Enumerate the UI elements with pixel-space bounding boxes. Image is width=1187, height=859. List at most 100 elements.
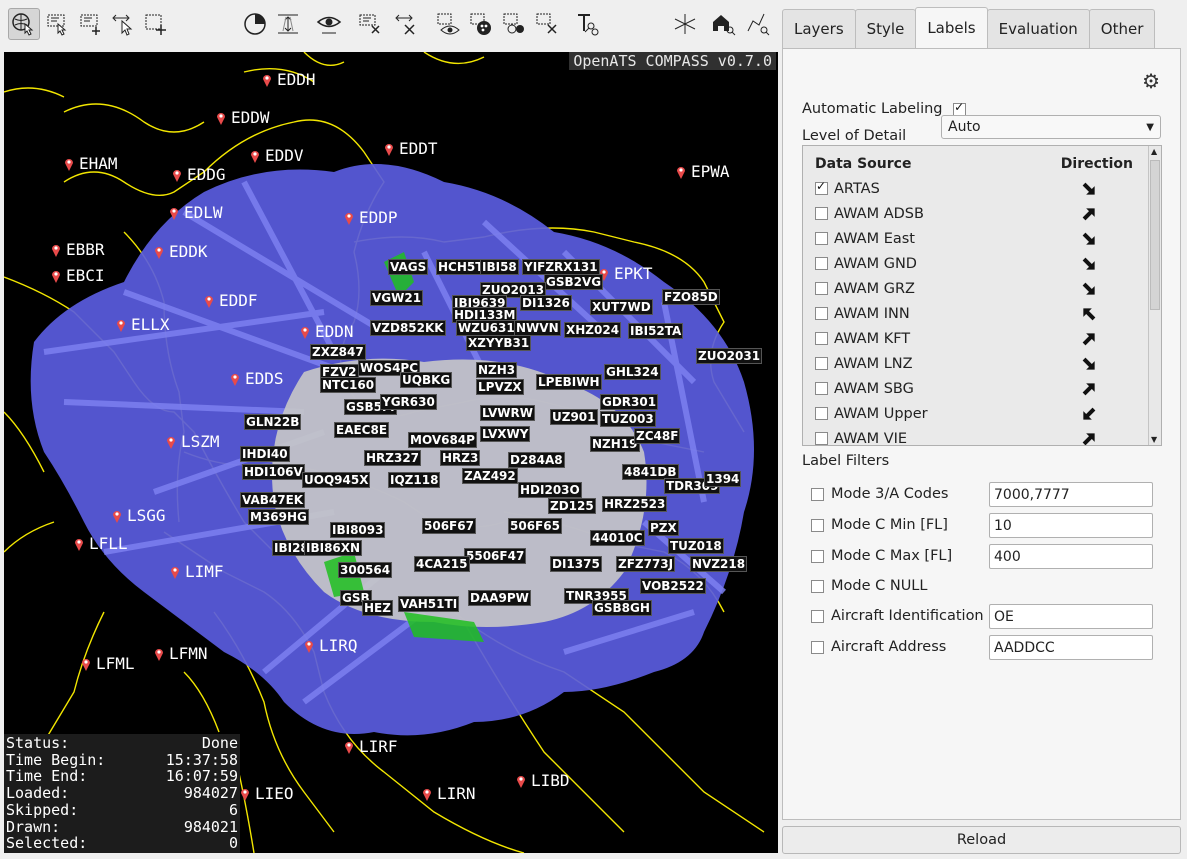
- aircraft-label[interactable]: UQBKG: [400, 372, 453, 388]
- aircraft-label[interactable]: ZXZ847: [310, 344, 366, 360]
- aircraft-label[interactable]: HDI106V: [242, 464, 305, 480]
- data-source-row[interactable]: AWAM LNZ: [803, 351, 1161, 376]
- filter-checkbox[interactable]: [811, 487, 824, 501]
- aircraft-label[interactable]: XHZ024: [564, 322, 622, 338]
- tab-layers[interactable]: Layers: [782, 9, 856, 48]
- aircraft-label[interactable]: GHL324: [604, 364, 661, 380]
- clear-filters-icon[interactable]: [354, 8, 386, 40]
- aircraft-label[interactable]: PZX: [648, 520, 679, 536]
- data-source-checkbox[interactable]: [815, 432, 828, 445]
- aircraft-label[interactable]: HDI203O: [518, 482, 582, 498]
- airport-marker[interactable]: EDDS: [230, 369, 284, 388]
- aircraft-label[interactable]: VOB2522: [640, 578, 706, 594]
- airport-marker[interactable]: LFMN: [154, 644, 208, 663]
- data-source-checkbox[interactable]: [815, 332, 828, 345]
- aircraft-label[interactable]: IBI86XN: [304, 540, 363, 556]
- airport-marker[interactable]: EBBR: [51, 240, 105, 259]
- select-data-icon[interactable]: [42, 8, 74, 40]
- label-tool-icon[interactable]: [572, 8, 604, 40]
- data-source-checkbox[interactable]: [815, 179, 828, 195]
- aircraft-label[interactable]: IBI58: [480, 259, 519, 275]
- reload-button[interactable]: Reload: [782, 826, 1181, 854]
- data-source-checkbox[interactable]: [815, 382, 828, 395]
- airport-marker[interactable]: EDDV: [250, 146, 304, 165]
- aircraft-label[interactable]: DI1326: [520, 295, 572, 311]
- data-source-row[interactable]: AWAM GND: [803, 251, 1161, 276]
- list-scrollbar[interactable]: ▲ ▼: [1148, 146, 1161, 445]
- aircraft-label[interactable]: VGW21: [370, 290, 424, 306]
- filter-checkbox[interactable]: [811, 579, 824, 593]
- aircraft-label[interactable]: GDR301: [600, 394, 659, 410]
- aircraft-label[interactable]: UOQ945X: [302, 472, 371, 488]
- filter-input[interactable]: 400: [989, 544, 1153, 569]
- aircraft-label[interactable]: IHDI40: [240, 446, 290, 462]
- aircraft-label[interactable]: 5506F47: [464, 548, 527, 564]
- navigate-icon[interactable]: [8, 8, 40, 40]
- aircraft-label[interactable]: IQZ118: [388, 472, 441, 488]
- airport-marker[interactable]: EBCI: [51, 266, 105, 285]
- add-geometry-icon[interactable]: [140, 8, 172, 40]
- tab-style[interactable]: Style: [854, 9, 917, 48]
- airport-marker[interactable]: LIMF: [170, 562, 224, 581]
- aircraft-label[interactable]: VZD852KK: [370, 320, 446, 336]
- airport-marker[interactable]: EDDK: [154, 242, 208, 261]
- clear-selection-icon[interactable]: [391, 8, 423, 40]
- aircraft-label[interactable]: WZU631: [456, 320, 517, 336]
- airport-marker[interactable]: LFML: [81, 654, 135, 673]
- level-of-detail-select[interactable]: Auto ▼: [941, 115, 1161, 139]
- airport-marker[interactable]: EHAM: [64, 154, 118, 173]
- scroll-up-icon[interactable]: ▲: [1151, 147, 1157, 156]
- aircraft-label[interactable]: NZH19: [590, 436, 640, 452]
- data-source-row[interactable]: AWAM East: [803, 226, 1161, 251]
- add-selection-icon[interactable]: [75, 8, 107, 40]
- home-zoom-icon[interactable]: [707, 8, 739, 40]
- aircraft-label[interactable]: HRZ2523: [602, 496, 668, 512]
- tab-other[interactable]: Other: [1088, 9, 1156, 48]
- aircraft-label[interactable]: UZ901: [550, 409, 598, 425]
- data-source-row[interactable]: AWAM INN: [803, 301, 1161, 326]
- airport-marker[interactable]: EDLW: [169, 203, 223, 222]
- airport-marker[interactable]: ELLX: [116, 315, 170, 334]
- data-source-row[interactable]: AWAM ADSB: [803, 201, 1161, 226]
- aircraft-label[interactable]: NVZ218: [690, 556, 748, 572]
- filter-checkbox[interactable]: [811, 549, 824, 563]
- data-source-checkbox[interactable]: [815, 407, 828, 420]
- aircraft-label[interactable]: VAH51TI: [398, 596, 460, 612]
- aircraft-label[interactable]: GSB8GH: [592, 600, 652, 616]
- filter-input[interactable]: 7000,7777: [989, 482, 1153, 507]
- filter-checkbox[interactable]: [811, 609, 824, 623]
- aircraft-label[interactable]: XUT7WD: [590, 299, 653, 315]
- automatic-labeling-checkbox[interactable]: [953, 100, 967, 116]
- aircraft-label[interactable]: HRZ3: [440, 450, 481, 466]
- aircraft-label[interactable]: LVXWY: [480, 426, 531, 442]
- data-source-checkbox[interactable]: [815, 357, 828, 370]
- data-source-checkbox[interactable]: [815, 307, 828, 320]
- aircraft-label[interactable]: 300564: [338, 562, 393, 578]
- view-icon[interactable]: [313, 8, 345, 40]
- airport-marker[interactable]: EDDH: [262, 70, 316, 89]
- aircraft-label[interactable]: M369HG: [248, 509, 309, 525]
- filter-input[interactable]: AADDCC: [989, 635, 1153, 660]
- zoom-to-selection-icon[interactable]: [742, 8, 774, 40]
- aircraft-label[interactable]: LPEBIWH: [536, 374, 602, 390]
- aircraft-label[interactable]: ZC48F: [634, 428, 681, 444]
- aircraft-label[interactable]: YGR630: [380, 394, 437, 410]
- aircraft-label[interactable]: 506F67: [422, 518, 476, 534]
- aircraft-label[interactable]: LVWRW: [480, 405, 535, 421]
- airport-marker[interactable]: LSGG: [112, 506, 166, 525]
- filter-input[interactable]: 10: [989, 513, 1153, 538]
- color-palette-icon[interactable]: [465, 8, 497, 40]
- airport-marker[interactable]: LFLL: [74, 534, 128, 553]
- aircraft-label[interactable]: GSB2VG: [544, 274, 604, 290]
- aircraft-label[interactable]: TUZ003: [600, 411, 656, 427]
- aircraft-label[interactable]: NZH3: [476, 362, 518, 378]
- data-source-row[interactable]: AWAM Upper: [803, 401, 1161, 426]
- aircraft-label[interactable]: MOV684P: [408, 432, 477, 448]
- timeline-icon[interactable]: [239, 8, 271, 40]
- airport-marker[interactable]: EDDW: [216, 108, 270, 127]
- data-source-row[interactable]: AWAM KFT: [803, 326, 1161, 351]
- aircraft-label[interactable]: IBI8093: [330, 522, 386, 538]
- cluster-icon[interactable]: [498, 8, 530, 40]
- aircraft-label[interactable]: TUZ018: [668, 538, 724, 554]
- data-source-checkbox[interactable]: [815, 207, 828, 220]
